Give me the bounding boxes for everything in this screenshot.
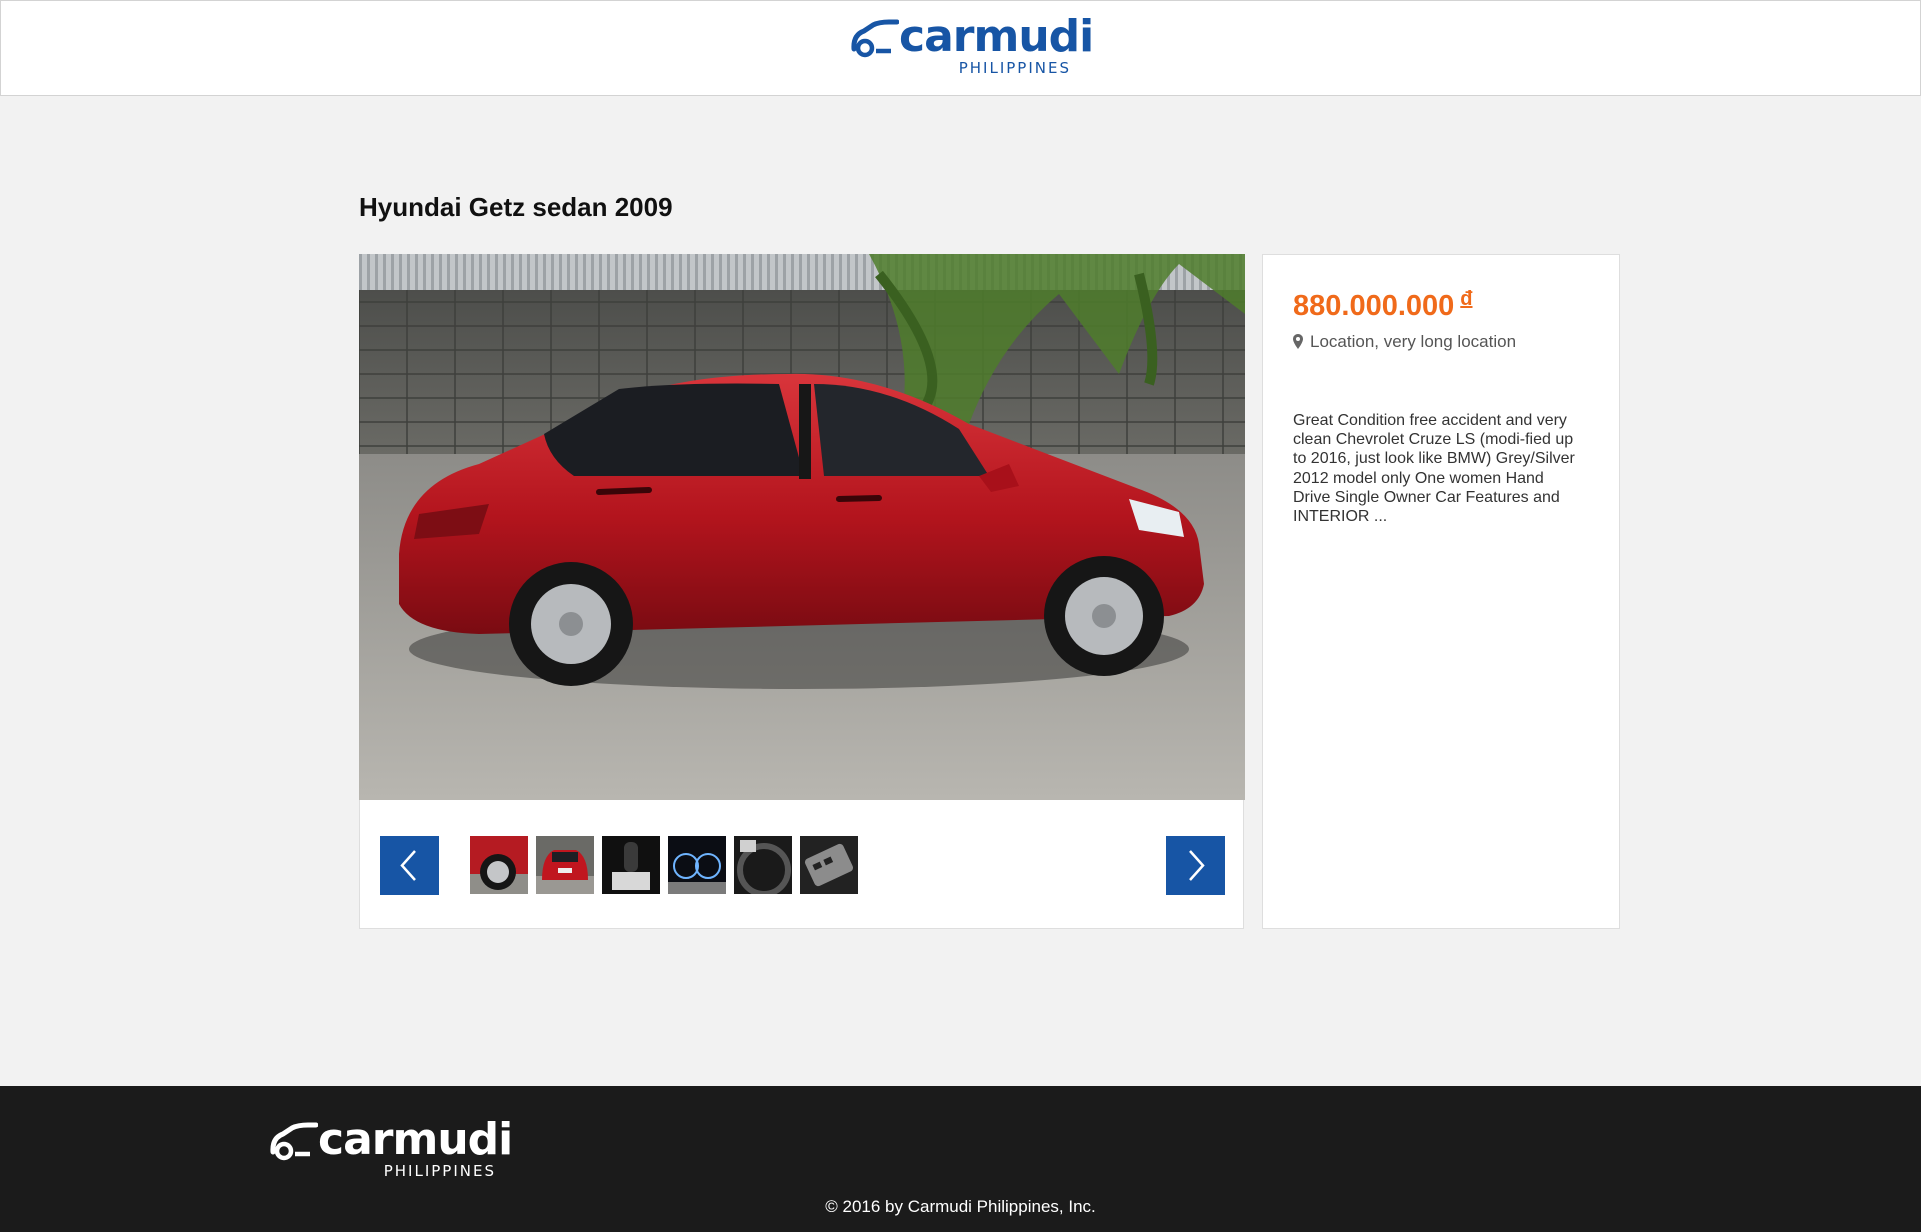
car-photo-image xyxy=(359,254,1245,800)
thumbnail-door-controls[interactable] xyxy=(800,836,858,894)
logo-wordmark: carmudi xyxy=(899,11,1094,62)
carmudi-logo[interactable]: carmudi PHILIPPINES xyxy=(851,11,1094,77)
footer-carmudi-logo[interactable]: carmudi PHILIPPINES xyxy=(270,1114,513,1180)
listing-description: Great Condition free accident and very c… xyxy=(1293,412,1575,526)
thumbnail-steering-wheel[interactable] xyxy=(734,836,792,894)
photo-gallery xyxy=(359,254,1245,929)
next-photo-button[interactable] xyxy=(1166,836,1225,895)
thumbnail-rear-view[interactable] xyxy=(536,836,594,894)
previous-photo-button[interactable] xyxy=(380,836,439,895)
chevron-left-icon xyxy=(400,850,416,881)
site-header: carmudi PHILIPPINES xyxy=(0,0,1921,96)
copyright-text: © 2016 by Carmudi Philippines, Inc. xyxy=(825,1197,1096,1216)
logo-region: PHILIPPINES xyxy=(958,59,1071,77)
car-icon xyxy=(270,1122,318,1161)
price-value: 880.000.000 xyxy=(1293,290,1455,322)
thumbnail-wheel[interactable] xyxy=(470,836,528,894)
location-text: Location, very long location xyxy=(1310,332,1517,351)
footer-logo-region: PHILIPPINES xyxy=(383,1162,496,1180)
map-pin-icon xyxy=(1293,334,1303,349)
listing-info-card: 880.000.000 đ Location, very long locatio… xyxy=(1262,254,1620,929)
footer-logo-wordmark: carmudi xyxy=(318,1114,513,1165)
thumbnail-instrument-cluster[interactable] xyxy=(668,836,726,894)
main-car-photo[interactable] xyxy=(359,254,1245,800)
site-footer: carmudi PHILIPPINES © 2016 by Carmudi Ph… xyxy=(0,1086,1921,1232)
listing-price: 880.000.000 đ xyxy=(1293,281,1473,324)
car-icon xyxy=(851,19,899,58)
thumbnail-gear-shift[interactable] xyxy=(602,836,660,894)
chevron-right-icon xyxy=(1189,850,1205,881)
listing-title: Hyundai Getz sedan 2009 xyxy=(359,192,673,222)
currency-symbol: đ xyxy=(1460,288,1473,310)
